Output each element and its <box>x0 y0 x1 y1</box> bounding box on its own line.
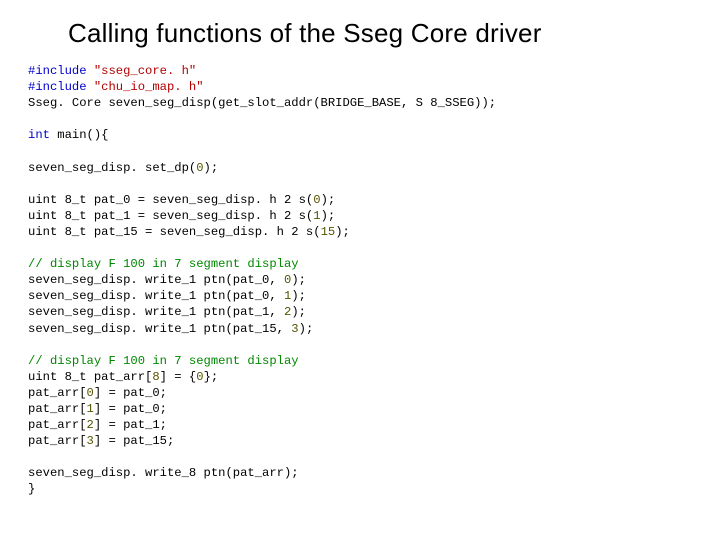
close-brace: } <box>28 482 35 496</box>
number-literal: 0 <box>313 193 320 207</box>
number-literal: 2 <box>87 418 94 432</box>
code-line: pat_arr[ <box>28 386 87 400</box>
slide-title: Calling functions of the Sseg Core drive… <box>68 18 692 49</box>
code-line: ); <box>321 209 336 223</box>
number-literal: 3 <box>291 322 298 336</box>
code-line: ); <box>291 305 306 319</box>
number-literal: 8 <box>152 370 159 384</box>
int-keyword: int <box>28 128 50 142</box>
code-block: #include "sseg_core. h" #include "chu_io… <box>28 63 692 498</box>
code-line: uint 8_t pat_0 = seven_seg_disp. h 2 s( <box>28 193 313 207</box>
code-line: seven_seg_disp. write_1 ptn(pat_15, <box>28 322 291 336</box>
code-line: seven_seg_disp. set_dp( <box>28 161 196 175</box>
number-literal: 1 <box>87 402 94 416</box>
comment-line: // display F 100 in 7 segment display <box>28 257 299 271</box>
number-literal: 1 <box>313 209 320 223</box>
main-signature: main(){ <box>50 128 109 142</box>
code-line: ); <box>299 322 314 336</box>
code-line: ] = pat_0; <box>94 402 167 416</box>
code-line: ); <box>335 225 350 239</box>
number-literal: 15 <box>321 225 336 239</box>
number-literal: 0 <box>87 386 94 400</box>
code-line: }; <box>204 370 219 384</box>
number-literal: 3 <box>87 434 94 448</box>
decl-line: Sseg. Core seven_seg_disp(get_slot_addr(… <box>28 96 496 110</box>
code-line: uint 8_t pat_arr[ <box>28 370 152 384</box>
code-line: ); <box>204 161 219 175</box>
code-line: uint 8_t pat_15 = seven_seg_disp. h 2 s( <box>28 225 321 239</box>
include-string: "chu_io_map. h" <box>94 80 204 94</box>
number-literal: 0 <box>196 370 203 384</box>
include-keyword: #include <box>28 64 87 78</box>
code-line: pat_arr[ <box>28 434 87 448</box>
code-line: seven_seg_disp. write_8 ptn(pat_arr); <box>28 466 299 480</box>
comment-line: // display F 100 in 7 segment display <box>28 354 299 368</box>
include-keyword: #include <box>28 80 87 94</box>
code-line: ); <box>291 273 306 287</box>
code-line: ); <box>321 193 336 207</box>
code-line: uint 8_t pat_1 = seven_seg_disp. h 2 s( <box>28 209 313 223</box>
slide-container: Calling functions of the Sseg Core drive… <box>0 0 720 498</box>
code-line: ] = pat_15; <box>94 434 174 448</box>
include-string: "sseg_core. h" <box>94 64 196 78</box>
code-line: ] = pat_0; <box>94 386 167 400</box>
code-line: seven_seg_disp. write_1 ptn(pat_1, <box>28 305 284 319</box>
code-line: seven_seg_disp. write_1 ptn(pat_0, <box>28 273 284 287</box>
code-line: ] = { <box>160 370 197 384</box>
code-line: ] = pat_1; <box>94 418 167 432</box>
code-line: pat_arr[ <box>28 402 87 416</box>
code-line: seven_seg_disp. write_1 ptn(pat_0, <box>28 289 284 303</box>
code-line: ); <box>291 289 306 303</box>
code-line: pat_arr[ <box>28 418 87 432</box>
number-literal: 0 <box>196 161 203 175</box>
